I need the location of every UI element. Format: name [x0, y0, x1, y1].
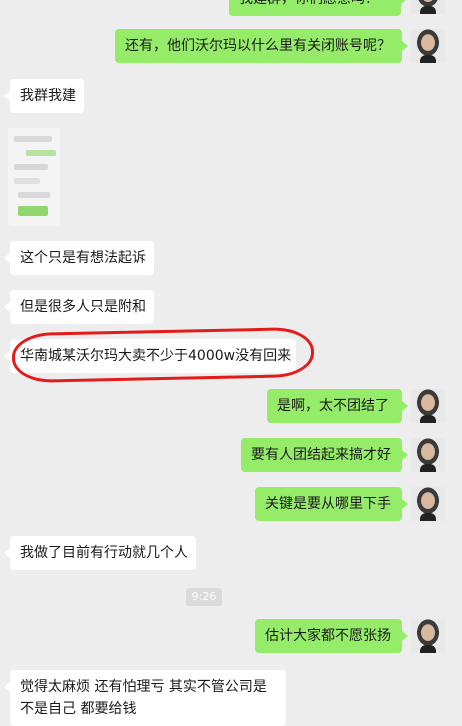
avatar[interactable]	[411, 389, 445, 423]
thumb-line	[14, 136, 52, 142]
thumb-line	[14, 164, 48, 170]
thumb-line	[26, 150, 56, 156]
message-bubble-received[interactable]: 但是很多人只是附和	[4, 290, 154, 324]
avatar[interactable]	[411, 619, 445, 653]
message-bubble-received[interactable]: 这个只是有想法起诉	[4, 241, 154, 275]
message-bubble-received[interactable]: 觉得太麻烦 还有怕理亏 其实不管公司是不是自己 都要给钱	[4, 670, 286, 726]
message-bubble-received[interactable]: 我做了目前有行动就几个人	[4, 536, 196, 570]
avatar[interactable]	[411, 438, 445, 472]
thumb-line	[18, 192, 50, 198]
message-bubble-sent[interactable]: 关键是要从哪里下手	[255, 487, 408, 521]
message-bubble-sent[interactable]: 我建群，你们愿意吗？	[229, 0, 407, 16]
image-message-thumbnail[interactable]	[8, 128, 60, 226]
thumb-line	[18, 206, 48, 216]
message-bubble-sent[interactable]: 是啊，太不团结了	[267, 389, 408, 423]
message-bubble-received[interactable]: 我群我建	[4, 79, 84, 113]
message-bubble-sent[interactable]: 估计大家都不愿张扬	[255, 619, 408, 653]
avatar[interactable]	[411, 487, 445, 521]
avatar[interactable]	[411, 0, 445, 14]
message-bubble-sent[interactable]: 还有，他们沃尔玛以什么里有关闭账号呢？	[115, 29, 408, 63]
thumb-line	[14, 178, 40, 184]
message-timestamp: 9:26	[186, 588, 222, 606]
avatar[interactable]	[411, 29, 445, 63]
message-bubble-sent[interactable]: 要有人团结起来搞才好	[241, 438, 408, 472]
red-highlight-annotation	[11, 326, 315, 384]
